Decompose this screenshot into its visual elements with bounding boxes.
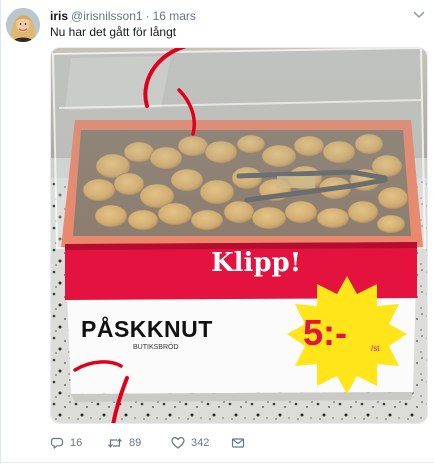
price-tag: 5:- <box>303 312 347 353</box>
tweet-timestamp[interactable]: 16 mars <box>153 9 196 23</box>
tweet-photo[interactable]: Klipp! PÅSKKNUT BUTIKSBRÖD 5:- /st <box>50 47 428 424</box>
direct-message-button[interactable] <box>231 433 245 453</box>
like-count: 342 <box>191 437 210 449</box>
chevron-down-icon[interactable] <box>413 10 425 20</box>
tweet-actions: 16 89 342 <box>50 433 410 453</box>
separator-dot: · <box>145 9 150 23</box>
product-subtitle: BUTIKSBRÖD <box>133 344 179 351</box>
avatar[interactable] <box>6 8 40 42</box>
product-name: PÅSKKNUT <box>81 316 213 342</box>
like-button[interactable]: 342 <box>171 433 209 453</box>
tweet-header: iris @irisnilsson1 · 16 mars <box>50 9 196 24</box>
tweet-text: Nu har det gått för långt <box>50 25 177 39</box>
retweet-button[interactable]: 89 <box>107 433 141 453</box>
reply-count: 16 <box>70 437 83 449</box>
price-unit: /st <box>371 344 380 353</box>
heart-icon <box>171 437 185 449</box>
reply-icon <box>50 437 64 449</box>
author-name[interactable]: iris <box>50 9 68 23</box>
divider <box>0 462 434 463</box>
author-handle[interactable]: @irisnilsson1 <box>71 9 143 23</box>
tweet-card[interactable]: iris @irisnilsson1 · 16 mars Nu har det gåt… <box>0 0 434 464</box>
retweet-count: 89 <box>129 437 142 449</box>
envelope-icon <box>231 438 245 448</box>
banner-text: Klipp! <box>211 248 302 278</box>
reply-button[interactable]: 16 <box>50 433 82 453</box>
divider <box>0 0 1 464</box>
retweet-icon <box>108 438 122 448</box>
